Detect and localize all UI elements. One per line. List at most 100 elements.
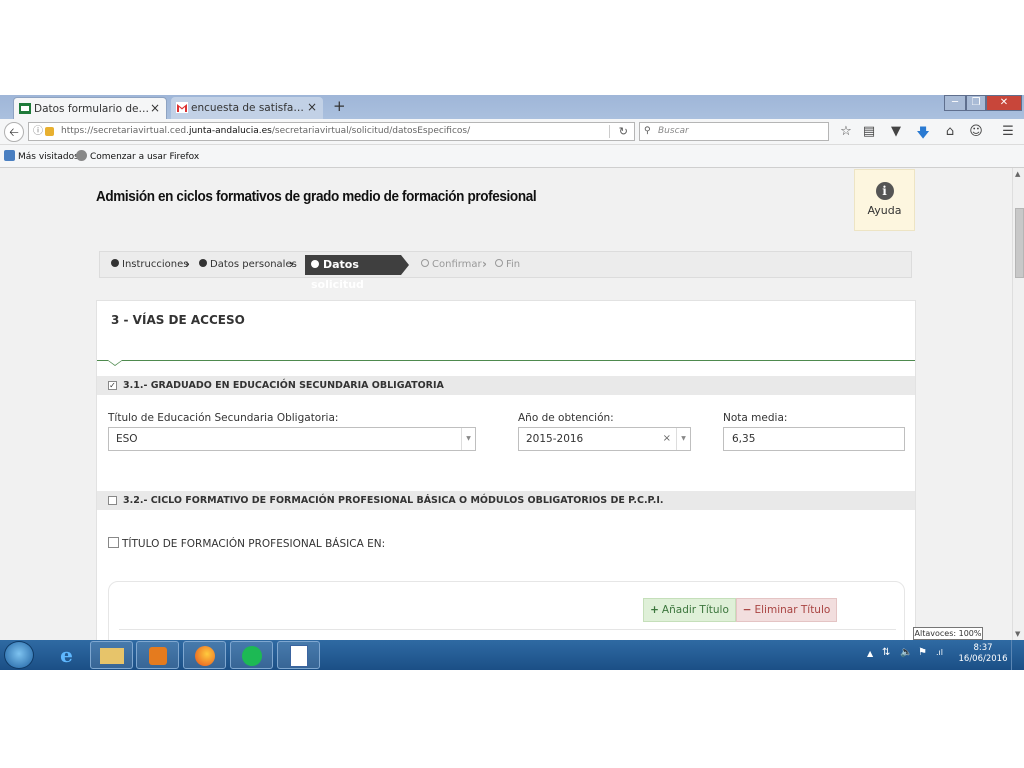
home-icon[interactable]: ⌂ [942,124,958,139]
titulo-eso-value: ESO [116,433,138,445]
page-content: Admisión en ciclos formativos de grado m… [0,168,1012,640]
step-fin: Fin [495,259,520,270]
flag-icon[interactable]: ⚑ [918,647,927,658]
subsection-label: 3.2.- CICLO FORMATIVO DE FORMACIÓN PROFE… [123,495,664,506]
chevron-right-icon: › [289,257,294,271]
clock[interactable]: 8:37 16/06/2016 [958,643,1008,665]
browser-window: Datos formulario de la soli... × encuest… [0,95,1024,670]
nota-media-label: Nota media: [723,412,788,424]
section-divider [97,360,915,361]
step-datos-solicitud[interactable]: Datos solicitud [305,255,409,291]
info-circle-icon: i [875,182,894,200]
show-hidden-icons-icon[interactable]: ▲ [867,649,873,658]
section-title: 3 - VÍAS DE ACCESO [111,313,245,327]
pocket-icon[interactable]: ▼ [888,124,904,139]
circle-outline-icon [421,259,429,267]
titulo-fpb-checkbox[interactable] [108,537,119,548]
show-desktop-button[interactable] [1011,640,1024,670]
close-tab-icon[interactable]: × [307,100,317,114]
start-button[interactable] [4,641,34,669]
anio-obtencion-value: 2015-2016 [526,433,584,445]
reload-icon[interactable]: ↻ [619,123,628,140]
insecure-lock-icon[interactable] [45,127,54,136]
tab-datos-formulario[interactable]: Datos formulario de la soli... × [13,97,167,119]
tab-label: Datos formulario de la soli... [34,103,149,115]
volume-tooltip: Altavoces: 100% [913,627,983,640]
page-title: Admisión en ciclos formativos de grado m… [96,188,537,205]
titulo-fpb-option[interactable]: TÍTULO DE FORMACIÓN PROFESIONAL BÁSICA E… [108,537,385,550]
minus-icon: − [742,604,752,616]
gmail-icon [176,102,188,113]
tab-encuesta[interactable]: encuesta de satisfacción d... × [171,97,323,119]
back-button[interactable]: 🡠 [4,122,24,142]
clock-time: 8:37 [973,643,993,653]
chevron-right-icon: › [185,257,190,271]
titulo-fpb-label: TÍTULO DE FORMACIÓN PROFESIONAL BÁSICA E… [122,538,386,550]
maximize-button[interactable]: ❐ [966,95,986,111]
menu-icon[interactable]: ☰ [1000,124,1016,139]
clock-date: 16/06/2016 [958,654,1008,664]
search-placeholder: Buscar [658,126,689,136]
bookmark-folder-icon [4,150,15,161]
bookmark-mas-visitados[interactable]: Más visitados [4,150,79,162]
url-text: https://secretariavirtual.ced.junta-anda… [61,126,471,136]
step-datos-personales[interactable]: Datos personales [199,259,297,270]
sync-icon[interactable]: ⇅ [882,647,890,658]
titulo-eso-label: Título de Educación Secundaria Obligator… [108,412,339,424]
reading-list-icon[interactable]: ▤ [861,124,877,139]
wizard-steps: Instrucciones › Datos personales › Datos… [99,251,912,291]
vias-acceso-panel: 3 - VÍAS DE ACCESO ✓ 3.1.- GRADUADO EN E… [96,300,916,640]
anio-obtencion-select[interactable]: 2015-2016 × ▼ [518,427,691,451]
close-tab-icon[interactable]: × [150,101,160,115]
check-circle-icon [111,259,119,267]
add-titulo-button[interactable]: + Añadir Título [643,598,736,622]
step-instrucciones[interactable]: Instrucciones [111,259,188,270]
speaker-icon[interactable]: 🔈 [900,647,912,658]
anio-obtencion-label: Año de obtención: [518,412,614,424]
minimize-button[interactable]: ─ [944,95,966,111]
help-label: Ayuda [867,204,902,217]
document-viewer-icon[interactable] [277,641,320,669]
bookmark-star-icon[interactable]: ☆ [838,124,854,139]
firefox-icon[interactable] [183,641,226,669]
ciclo-fpb-checkbox[interactable] [108,496,117,505]
chevron-down-icon[interactable]: ▼ [461,428,475,450]
spotify-icon[interactable] [230,641,273,669]
clear-icon[interactable]: × [663,428,671,450]
internet-explorer-icon[interactable]: e [45,641,88,669]
vertical-scrollbar[interactable]: ▲ ▼ [1012,168,1024,640]
url-bar[interactable]: ⓘ https://secretariavirtual.ced.junta-an… [28,122,635,141]
network-signal-icon[interactable]: .ıl [936,648,943,657]
info-icon[interactable]: ⓘ [33,123,43,140]
help-button[interactable]: i Ayuda [854,169,915,231]
search-input[interactable]: ⚲ Buscar [639,122,829,141]
current-step-dot-icon [311,260,319,268]
close-window-button[interactable]: ✕ [986,95,1022,111]
chevron-down-icon[interactable]: ▼ [676,428,690,450]
taskbar: e ▲ ⇅ 🔈 ⚑ .ıl 8:37 16/06/2016 [0,640,1024,670]
tab-label: encuesta de satisfacción d... [191,102,306,114]
subsection-ciclo-fpb: 3.2.- CICLO FORMATIVO DE FORMACIÓN PROFE… [97,491,915,510]
subsection-label: 3.1.- GRADUADO EN EDUCACIÓN SECUNDARIA O… [123,380,444,391]
scrollbar-thumb[interactable] [1015,208,1024,278]
delete-titulo-button[interactable]: − Eliminar Título [736,598,837,622]
tab-strip: Datos formulario de la soli... × encuest… [0,95,1024,119]
file-explorer-icon[interactable] [90,641,133,669]
navigation-toolbar: 🡠 ⓘ https://secretariavirtual.ced.junta-… [0,119,1024,145]
check-circle-icon [199,259,207,267]
titulo-eso-select[interactable]: ESO ▼ [108,427,476,451]
chat-icon[interactable]: ☺ [968,124,984,139]
junta-andalucia-icon [19,103,31,114]
subsection-graduado-eso: ✓ 3.1.- GRADUADO EN EDUCACIÓN SECUNDARIA… [97,376,915,395]
chevron-right-icon: › [482,257,487,271]
bookmark-comenzar-firefox[interactable]: Comenzar a usar Firefox [76,150,199,162]
circle-outline-icon [495,259,503,267]
downloads-icon[interactable]: 🡇 [915,124,931,146]
graduado-eso-checkbox[interactable]: ✓ [108,381,117,390]
bookmarks-toolbar: Más visitados Comenzar a usar Firefox [0,145,1024,168]
search-icon: ⚲ [644,126,651,136]
media-player-icon[interactable] [136,641,179,669]
nota-media-input[interactable]: 6,35 [723,427,905,451]
globe-icon [76,150,87,161]
new-tab-button[interactable]: + [333,97,346,115]
